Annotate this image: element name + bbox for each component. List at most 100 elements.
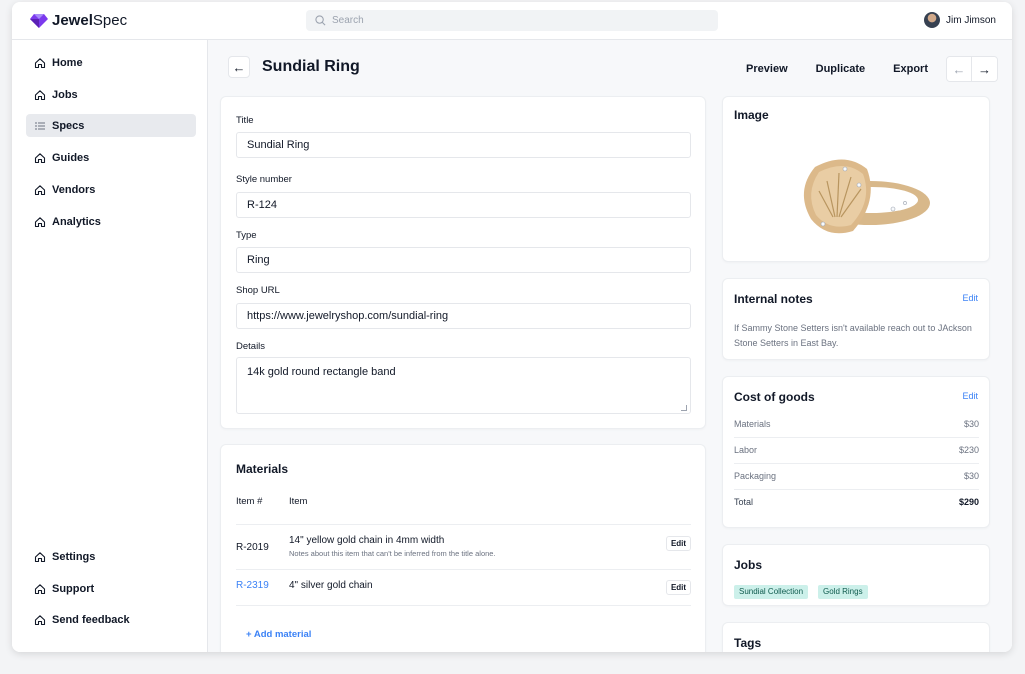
house-icon: [34, 184, 46, 195]
cost-row-materials: Materials $30: [734, 412, 979, 438]
sidebar-item-label: Settings: [52, 550, 96, 563]
preview-button[interactable]: Preview: [746, 58, 788, 80]
logo[interactable]: JewelSpec: [30, 12, 127, 29]
sidebar-item-label: Home: [52, 56, 83, 69]
sidebar-item-support[interactable]: Support: [26, 577, 196, 600]
arrow-left-icon: ←: [947, 57, 971, 81]
house-icon: [34, 57, 46, 68]
avatar: [923, 12, 940, 28]
sidebar-item-settings[interactable]: Settings: [26, 545, 196, 568]
app-window: JewelSpec Search Jim Jimson Home Jobs Sp…: [12, 2, 1012, 652]
table-row: R-2319 4" silver gold chain Edit: [236, 569, 691, 606]
logo-bold: Jewel: [52, 12, 93, 29]
search-input[interactable]: Search: [306, 10, 718, 31]
item-title: 14" yellow gold chain in 4mm width: [289, 535, 445, 546]
resize-handle[interactable]: [681, 405, 687, 411]
tags-card: Tags: [722, 622, 990, 652]
style-number-label: Style number: [236, 174, 292, 185]
details-field[interactable]: 14k gold round rectangle band: [236, 357, 691, 414]
cost-value: $30: [963, 471, 979, 481]
title-label: Title: [236, 115, 254, 126]
add-material-button[interactable]: + Add material: [246, 629, 311, 640]
cost-row-labor: Labor $230: [734, 438, 979, 464]
cost-value: $230: [958, 445, 979, 455]
item-note: Notes about this item that can't be infe…: [289, 549, 496, 558]
table-row: R-2019 14" yellow gold chain in 4mm widt…: [236, 524, 691, 569]
list-icon: [35, 122, 45, 129]
internal-notes-card: Internal notes Edit If Sammy Stone Sette…: [722, 278, 990, 360]
cost-of-goods-card: Cost of goods Edit Materials $30 Labor $…: [722, 376, 990, 528]
sidebar-item-label: Send feedback: [52, 613, 130, 626]
next-spec-button[interactable]: →: [972, 57, 997, 81]
shop-url-label: Shop URL: [236, 285, 280, 296]
house-icon: [34, 89, 46, 100]
sidebar-item-label: Vendors: [52, 183, 96, 196]
internal-notes-text: If Sammy Stone Setters isn't available r…: [734, 323, 972, 348]
arrow-left-icon: ←: [232, 59, 246, 75]
sidebar-item-label: Guides: [52, 151, 90, 164]
tags-title: Tags: [734, 636, 762, 650]
details-label: Details: [236, 341, 266, 352]
cost-total-value: $290: [958, 497, 979, 507]
sidebar-item-vendors[interactable]: Vendors: [26, 178, 196, 201]
item-title: 4" silver gold chain: [289, 580, 373, 591]
sidebar-item-label: Support: [52, 582, 95, 595]
export-button[interactable]: Export: [893, 58, 928, 80]
edit-cost-link[interactable]: Edit: [962, 391, 978, 401]
spec-form-card: Title Style number Type Shop URL Details…: [220, 96, 706, 429]
back-button[interactable]: ←: [228, 56, 250, 78]
cost-row-total: Total $290: [734, 490, 979, 516]
logo-rest: Spec: [92, 12, 128, 29]
sidebar-item-specs[interactable]: Specs: [26, 114, 196, 137]
house-icon: [34, 583, 46, 594]
job-tag[interactable]: Gold Rings: [818, 585, 868, 599]
house-icon: [34, 551, 46, 562]
sidebar-item-jobs[interactable]: Jobs: [26, 83, 196, 106]
gem-icon: [30, 13, 48, 28]
style-number-field[interactable]: [236, 192, 691, 218]
page-title: Sundial Ring: [262, 58, 360, 75]
arrow-right-icon: →: [972, 57, 997, 81]
title-field[interactable]: [236, 132, 691, 158]
ring-image: [803, 159, 930, 234]
search-icon: [315, 15, 326, 26]
type-field[interactable]: [236, 247, 691, 273]
sidebar-item-analytics[interactable]: Analytics: [26, 210, 196, 233]
page-actions: Preview Duplicate Export ← →: [746, 56, 998, 82]
materials-card: Materials Item # Item R-2019 14" yellow …: [220, 444, 706, 652]
sidebar-item-label: Analytics: [52, 215, 101, 228]
previous-spec-button[interactable]: ←: [947, 57, 972, 81]
sidebar-item-guides[interactable]: Guides: [26, 146, 196, 169]
item-number-link[interactable]: R-2319: [236, 580, 269, 591]
sidebar: Home Jobs Specs Guides Vendors Analytics: [12, 40, 208, 652]
house-icon: [34, 614, 46, 625]
edit-notes-link[interactable]: Edit: [962, 293, 978, 303]
cost-label: Packaging: [734, 471, 777, 481]
type-label: Type: [236, 230, 257, 241]
house-icon: [34, 216, 46, 227]
jobs-card: Jobs Sundial Collection Gold Rings: [722, 544, 990, 606]
duplicate-button[interactable]: Duplicate: [816, 58, 866, 80]
column-header-item: Item: [289, 496, 308, 507]
sidebar-item-home[interactable]: Home: [26, 51, 196, 74]
sidebar-item-label: Jobs: [52, 88, 78, 101]
edit-material-button[interactable]: Edit: [666, 536, 691, 551]
cost-of-goods-title: Cost of goods: [734, 390, 815, 404]
jobs-title: Jobs: [734, 558, 763, 572]
column-header-item-number: Item #: [236, 496, 263, 507]
shop-url-field[interactable]: [236, 303, 691, 329]
edit-material-button[interactable]: Edit: [666, 580, 691, 595]
user-menu[interactable]: Jim Jimson: [923, 12, 996, 28]
pager: ← →: [946, 56, 998, 82]
cost-label: Materials: [734, 419, 771, 429]
materials-title: Materials: [236, 462, 289, 476]
sidebar-item-send-feedback[interactable]: Send feedback: [26, 608, 196, 631]
details-wrapper: 14k gold round rectangle band: [236, 357, 691, 414]
cost-label: Labor: [734, 445, 758, 455]
user-name: Jim Jimson: [945, 14, 996, 26]
sidebar-item-label: Specs: [52, 119, 85, 132]
search-placeholder: Search: [332, 15, 364, 26]
image-card: Image: [722, 96, 990, 262]
cost-value: $30: [963, 419, 979, 429]
job-tag[interactable]: Sundial Collection: [734, 585, 809, 599]
